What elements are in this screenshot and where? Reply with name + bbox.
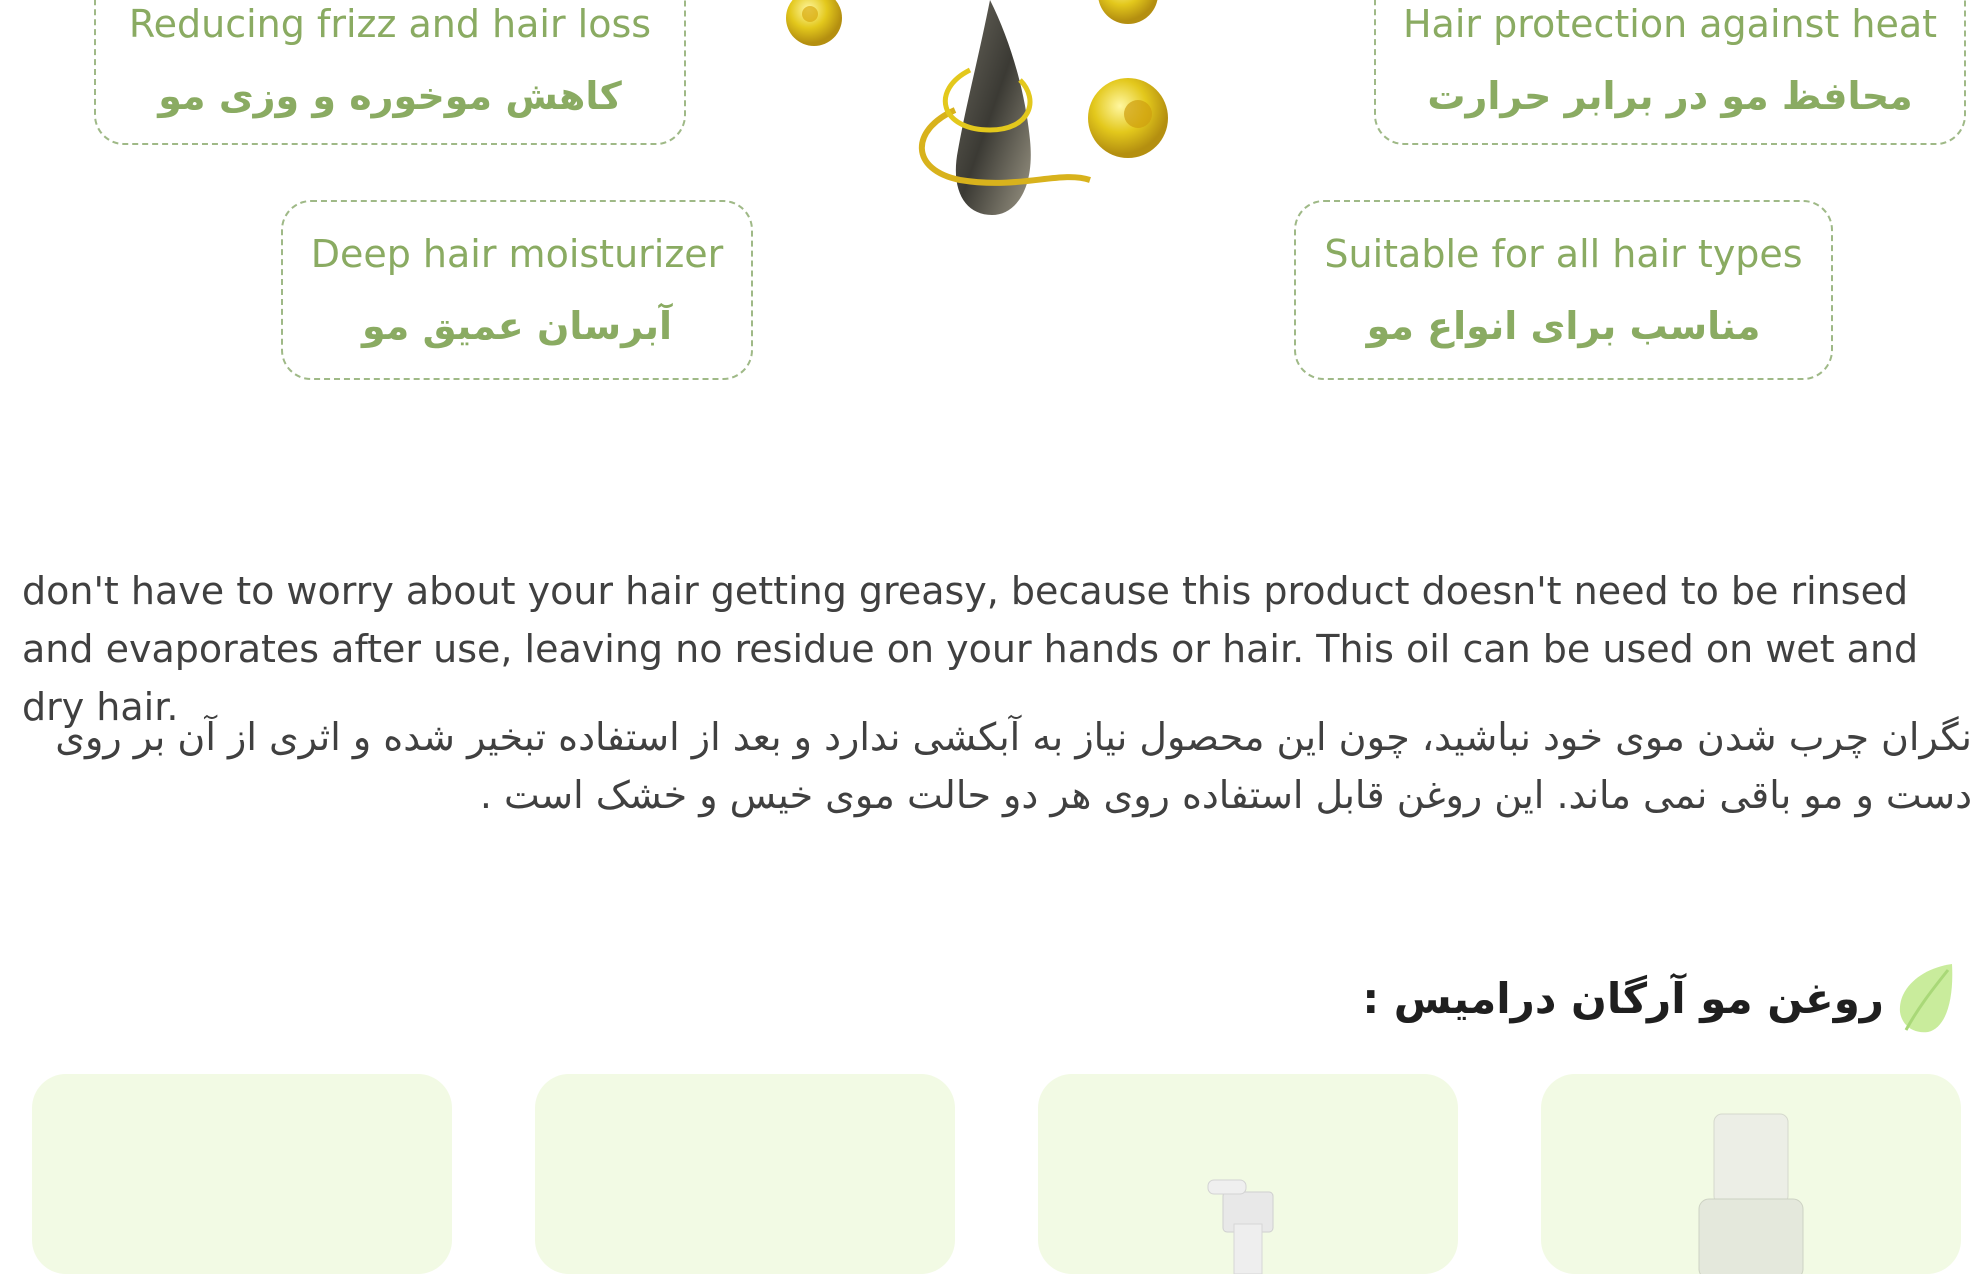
product-card[interactable] xyxy=(1038,1074,1458,1274)
feature-moisturizer-fa: آبرسان عمیق مو xyxy=(361,304,672,348)
bottle-image xyxy=(1698,1113,1804,1274)
feature-frizz-fa: کاهش موخوره و وزی مو xyxy=(158,74,622,118)
leaf-icon xyxy=(1899,964,1953,1033)
feature-heat-en: Hair protection against heat xyxy=(1402,2,1938,46)
feature-all-hair-types: Suitable for all hair types مناسب برای ا… xyxy=(1294,200,1833,380)
feature-all-types-en: Suitable for all hair types xyxy=(1324,232,1803,276)
feature-frizz: Reducing frizz and hair loss کاهش موخوره… xyxy=(94,0,686,145)
product-card[interactable] xyxy=(535,1074,955,1274)
products-section-title: روغن مو آرگان درامیس : xyxy=(1362,973,1884,1023)
feature-moisturizer: Deep hair moisturizer آبرسان عمیق مو xyxy=(281,200,753,380)
hair-oil-illustration xyxy=(786,0,1168,215)
description-persian: نگران چرب شدن موی خود نباشید، چون این مح… xyxy=(55,715,1972,817)
feature-all-types-fa: مناسب برای انواع مو xyxy=(1366,304,1761,348)
feature-frizz-en: Reducing frizz and hair loss xyxy=(128,2,652,46)
products-section-heading: روغن مو آرگان درامیس : xyxy=(1362,958,1956,1038)
pump-bottle-image xyxy=(1207,1179,1274,1274)
product-card[interactable] xyxy=(32,1074,452,1274)
feature-heat-fa: محافظ مو در برابر حرارت xyxy=(1427,74,1913,118)
feature-heat-protection: Hair protection against heat محافظ مو در… xyxy=(1374,0,1966,145)
product-card[interactable] xyxy=(1541,1074,1961,1274)
feature-moisturizer-en: Deep hair moisturizer xyxy=(310,232,724,276)
